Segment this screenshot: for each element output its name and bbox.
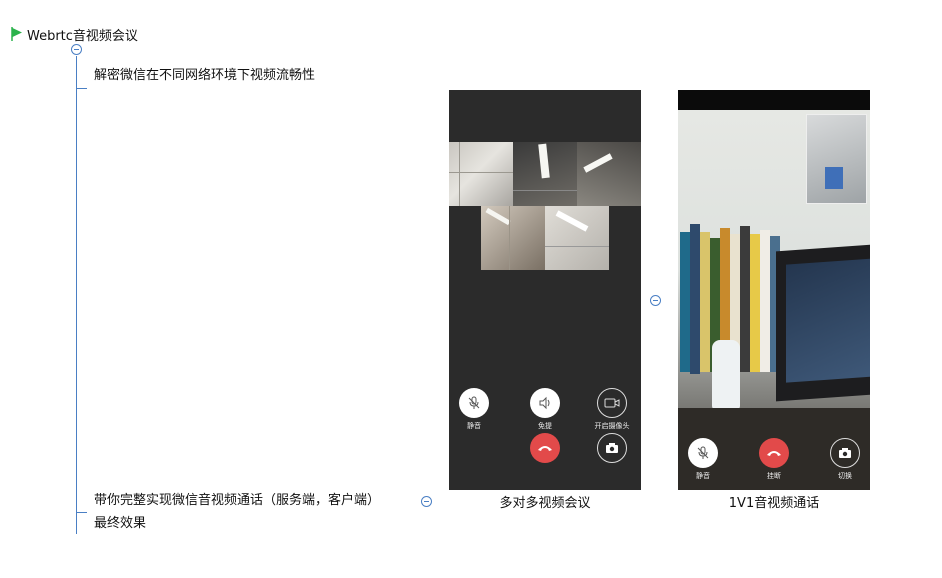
video-tile	[577, 142, 641, 206]
hangup-icon	[759, 438, 789, 468]
video-tile	[449, 142, 513, 206]
mic-off-icon	[688, 438, 718, 468]
switch-camera-icon	[830, 438, 860, 468]
root-collapse-button[interactable]	[71, 44, 82, 55]
switch-label: 切换	[838, 472, 852, 480]
branch-2-line-1: 带你完整实现微信音视频通话（服务端，客户端）	[94, 493, 381, 508]
bottle	[712, 340, 740, 410]
video-tile	[545, 206, 609, 270]
video-tile	[481, 206, 545, 270]
main-connector	[76, 56, 77, 534]
branch-2-connector	[76, 512, 87, 513]
branch-1-connector	[76, 88, 87, 89]
switch-camera-button[interactable]: 切换	[820, 438, 870, 481]
pip-video	[806, 114, 867, 204]
hangup-icon	[530, 433, 560, 463]
mute-control[interactable]: 静音	[678, 438, 728, 481]
video-tile	[513, 142, 577, 206]
camera-control[interactable]: 开启摄像头	[587, 388, 637, 431]
branch-1-text: 解密微信在不同网络环境下视频流畅性	[94, 68, 316, 83]
branch-2-line-2: 最终效果	[94, 516, 147, 531]
speaker-icon	[530, 388, 560, 418]
one-on-one-caption: 1V1音视频通话	[728, 496, 820, 511]
speaker-label: 免提	[538, 422, 552, 430]
mute-control[interactable]: 静音	[449, 388, 499, 431]
branch-2-collapse-button[interactable]	[421, 496, 432, 507]
mute-label: 静音	[696, 472, 710, 480]
switch-camera-button[interactable]	[587, 433, 637, 463]
mic-off-icon	[459, 388, 489, 418]
hangup-button[interactable]: 挂断	[749, 438, 799, 481]
hangup-button[interactable]	[520, 433, 570, 463]
switch-camera-icon	[597, 433, 627, 463]
video-camera-icon	[597, 388, 627, 418]
images-collapse-button[interactable]	[650, 295, 661, 306]
flag-icon	[11, 27, 22, 41]
multi-call-screenshot: 静音 免提 开启摄像头	[449, 90, 641, 490]
camera-label: 开启摄像头	[594, 422, 630, 430]
hangup-label: 挂断	[767, 472, 781, 480]
mute-label: 静音	[467, 422, 481, 430]
speaker-control[interactable]: 免提	[520, 388, 570, 431]
multi-call-caption: 多对多视频会议	[499, 496, 591, 511]
laptop	[776, 244, 870, 402]
one-on-one-call-screenshot: 静音 挂断 切换	[678, 90, 870, 490]
root-node-title: Webrtc音视频会议	[27, 29, 138, 44]
